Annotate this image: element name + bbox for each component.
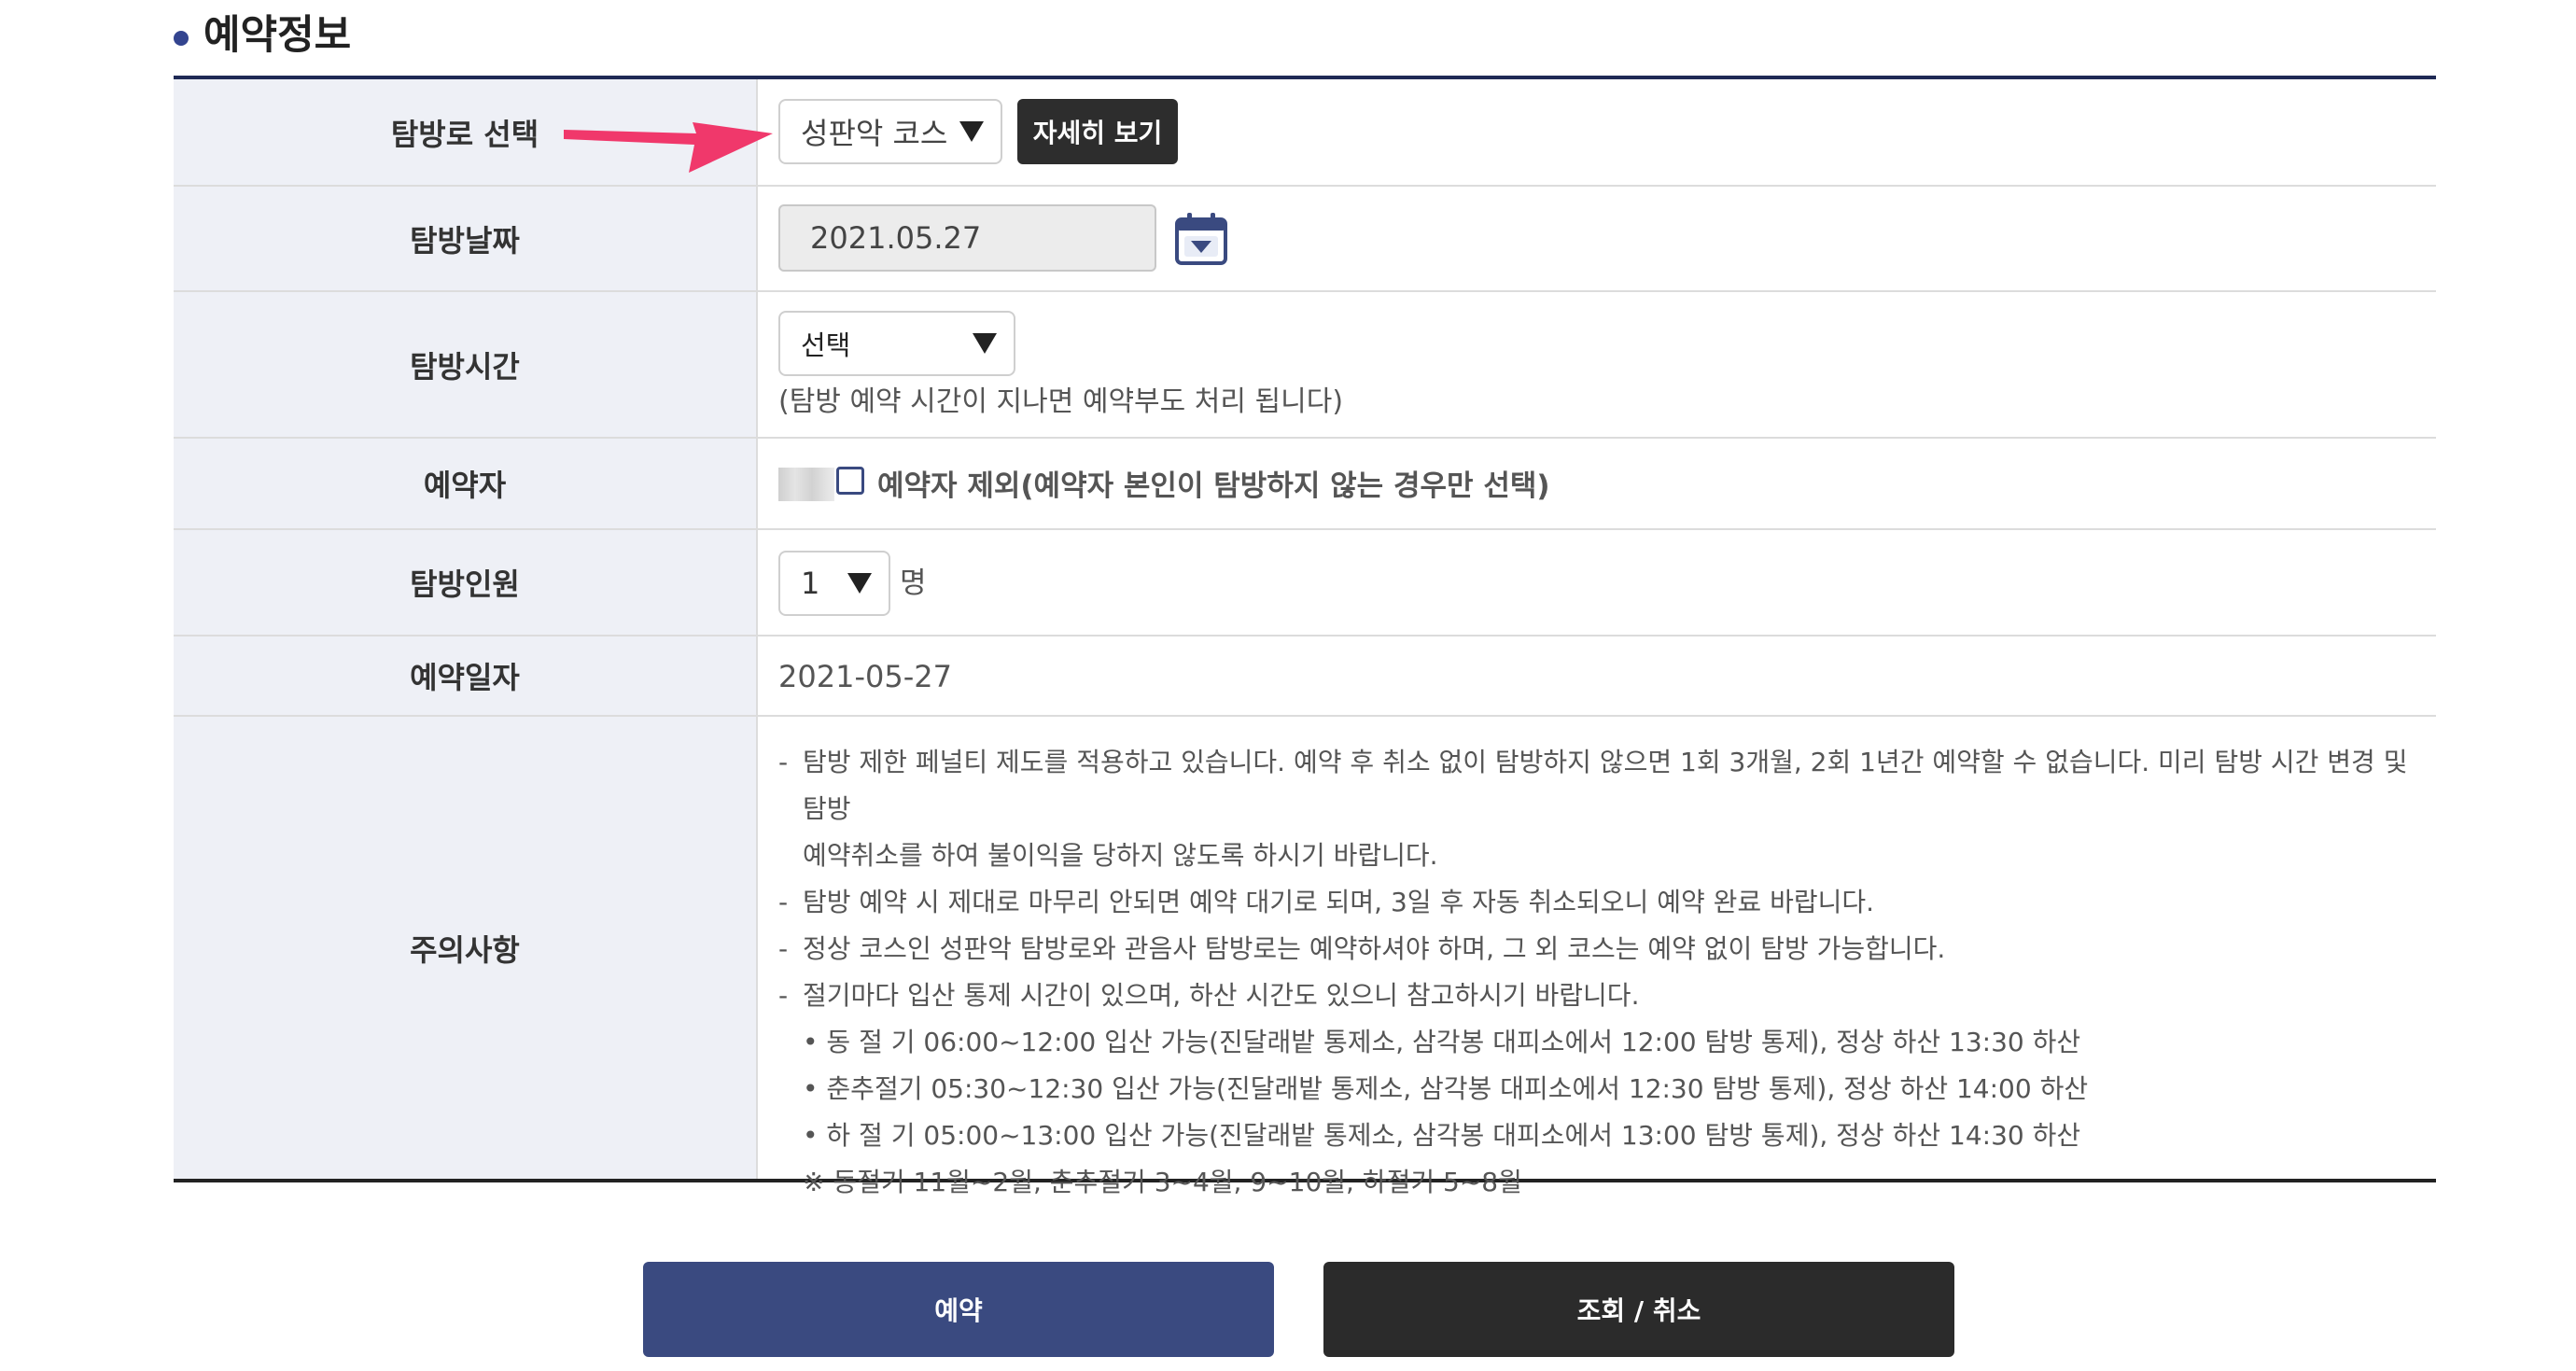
row-reserved-date: 예약일자 2021-05-27 bbox=[174, 637, 2436, 717]
row-people: 탐방인원 1 명 bbox=[174, 530, 2436, 637]
date-label: 탐방날짜 bbox=[174, 187, 758, 290]
section-title: 예약정보 bbox=[174, 4, 351, 60]
row-notice: 주의사항 탐방 제한 페널티 제도를 적용하고 있습니다. 예약 후 취소 없이… bbox=[174, 717, 2436, 1197]
notice-label: 주의사항 bbox=[174, 717, 758, 1179]
season-bullet: 하 절 기 05:00~13:00 입산 가능(진달래밭 통제소, 삼각봉 대피… bbox=[778, 1112, 2408, 1159]
notice-item: 탐방 예약 시 제대로 마무리 안되면 예약 대기로 되며, 3일 후 자동 취… bbox=[778, 879, 2408, 926]
dropdown-arrow-icon bbox=[973, 333, 997, 354]
trail-select-value: 성판악 코스 bbox=[801, 116, 948, 151]
reservation-form: 탐방로 선택 성판악 코스 자세히 보기 탐방날짜 2021.05.27 탐방시… bbox=[174, 76, 2436, 1197]
people-label: 탐방인원 bbox=[174, 530, 758, 635]
notice-item: 정상 코스인 성판악 탐방로와 관음사 탐방로는 예약하셔야 하며, 그 외 코… bbox=[778, 926, 2408, 972]
booker-label: 예약자 bbox=[174, 439, 758, 528]
people-select[interactable]: 1 bbox=[778, 551, 890, 616]
time-note: (탐방 예약 시간이 지나면 예약부도 처리 됩니다) bbox=[778, 385, 1344, 418]
time-label: 탐방시간 bbox=[174, 292, 758, 437]
row-date: 탐방날짜 2021.05.27 bbox=[174, 187, 2436, 292]
people-content: 1 명 bbox=[758, 530, 2436, 635]
lookup-cancel-button[interactable]: 조회 / 취소 bbox=[1323, 1262, 1954, 1357]
dropdown-arrow-icon bbox=[847, 573, 872, 594]
time-select-value: 선택 bbox=[801, 329, 851, 361]
view-details-button[interactable]: 자세히 보기 bbox=[1017, 99, 1178, 164]
row-time: 탐방시간 선택 (탐방 예약 시간이 지나면 예약부도 처리 됩니다) bbox=[174, 292, 2436, 439]
people-select-value: 1 bbox=[801, 566, 820, 601]
trail-select[interactable]: 성판악 코스 bbox=[778, 99, 1002, 164]
time-content: 선택 (탐방 예약 시간이 지나면 예약부도 처리 됩니다) bbox=[758, 292, 2436, 437]
date-content: 2021.05.27 bbox=[758, 187, 2436, 290]
section-title-text: 예약정보 bbox=[203, 12, 352, 59]
season-bullet: 동 절 기 06:00~12:00 입산 가능(진달래밭 통제소, 삼각봉 대피… bbox=[778, 1019, 2408, 1066]
date-input[interactable]: 2021.05.27 bbox=[778, 204, 1156, 272]
time-select[interactable]: 선택 bbox=[778, 311, 1015, 376]
reserved-date-value: 2021-05-27 bbox=[778, 659, 952, 694]
reserved-date-content: 2021-05-27 bbox=[758, 637, 2436, 715]
season-reference: ※ 동절기 11월~2월, 춘추절기 3~4월, 9~10월, 하절기 5~8월 bbox=[803, 1167, 1522, 1197]
notice-item-continued: 예약취소를 하여 불이익을 당하지 않도록 하시기 바랍니다. bbox=[803, 840, 1438, 871]
people-unit: 명 bbox=[900, 567, 927, 600]
notice-content: 탐방 제한 페널티 제도를 적용하고 있습니다. 예약 후 취소 없이 탐방하지… bbox=[758, 717, 2436, 1197]
reserved-date-label: 예약일자 bbox=[174, 637, 758, 715]
blurred-booker-name bbox=[778, 468, 834, 501]
season-bullet: 춘추절기 05:30~12:30 입산 가능(진달래밭 통제소, 삼각봉 대피소… bbox=[778, 1066, 2408, 1112]
exclude-booker-checkbox[interactable] bbox=[836, 467, 864, 495]
notice-item: 탐방 제한 페널티 제도를 적용하고 있습니다. 예약 후 취소 없이 탐방하지… bbox=[778, 739, 2408, 832]
exclude-booker-label[interactable]: 예약자 제외(예약자 본인이 탐방하지 않는 경우만 선택) bbox=[877, 462, 1550, 504]
trail-content: 성판악 코스 자세히 보기 bbox=[758, 79, 2436, 185]
pink-arrow-annotation-icon bbox=[564, 122, 773, 173]
row-trail: 탐방로 선택 성판악 코스 자세히 보기 bbox=[174, 79, 2436, 187]
notice-list: 탐방 제한 페널티 제도를 적용하고 있습니다. 예약 후 취소 없이 탐방하지… bbox=[778, 739, 2408, 1206]
dropdown-arrow-icon bbox=[959, 121, 984, 142]
bullet-dot-icon bbox=[174, 31, 189, 46]
calendar-icon[interactable] bbox=[1174, 212, 1228, 266]
booker-content: 예약자 제외(예약자 본인이 탐방하지 않는 경우만 선택) bbox=[758, 439, 2436, 528]
reserve-button[interactable]: 예약 bbox=[643, 1262, 1274, 1357]
notice-item: 절기마다 입산 통제 시간이 있으며, 하산 시간도 있으니 참고하시기 바랍니… bbox=[778, 972, 2408, 1019]
row-booker: 예약자 예약자 제외(예약자 본인이 탐방하지 않는 경우만 선택) bbox=[174, 439, 2436, 530]
